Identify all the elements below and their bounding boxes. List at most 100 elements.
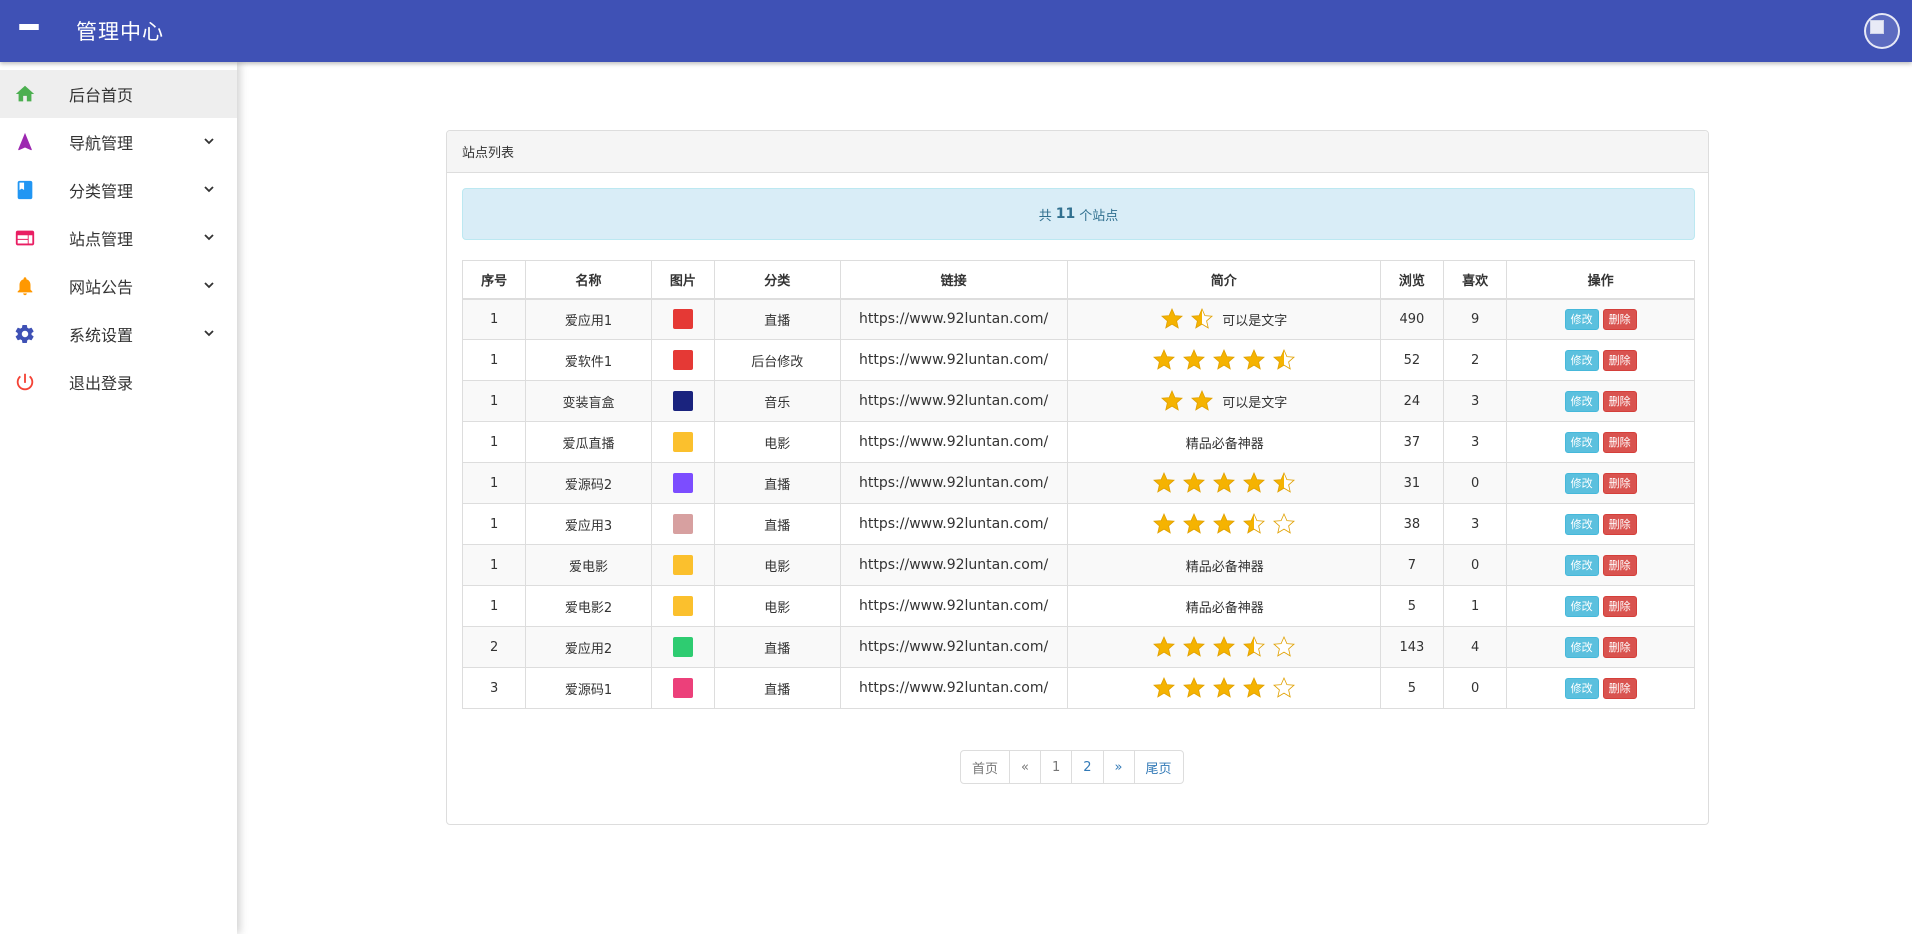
star-full-icon (1191, 390, 1214, 411)
site-link[interactable]: https://www.92luntan.com/ (839, 380, 1068, 422)
sidebar-item-power[interactable]: 退出登录 (0, 358, 237, 406)
star-empty-icon (1272, 636, 1295, 657)
site-category: 电影 (714, 544, 841, 586)
edit-button[interactable]: 修改 (1564, 595, 1599, 617)
site-name: 爱源码2 (525, 462, 652, 504)
sidebar-item-label: 站点管理 (69, 230, 134, 249)
intro-text: 精品必备神器 (1185, 436, 1264, 452)
pagination-page-1[interactable]: 1 (1039, 750, 1073, 784)
pagination-page-2[interactable]: 2 (1071, 750, 1104, 784)
book-icon (13, 178, 37, 202)
site-name: 爱软件1 (525, 339, 652, 381)
star-half-icon (1272, 472, 1295, 493)
star-full-icon (1161, 390, 1184, 411)
menu-toggle-button[interactable] (0, 0, 58, 62)
edit-button[interactable]: 修改 (1564, 308, 1599, 330)
site-category: 直播 (714, 626, 841, 668)
edit-button[interactable]: 修改 (1564, 636, 1599, 658)
sidebar-item-bell[interactable]: 网站公告 (0, 262, 237, 310)
delete-button[interactable]: 删除 (1602, 513, 1637, 535)
edit-button[interactable]: 修改 (1564, 677, 1599, 699)
sidebar-item-navigation[interactable]: 导航管理 (0, 118, 237, 166)
like-count: 3 (1443, 503, 1508, 545)
star-full-icon (1152, 677, 1175, 698)
view-count: 24 (1379, 380, 1445, 422)
site-link[interactable]: https://www.92luntan.com/ (839, 667, 1068, 709)
site-list-panel: 站点列表 共 11 个站点 序号 名称 图片 分类 链接 简介 浏览 喜欢 操作 1 爱应用1 直播… (446, 130, 1709, 825)
star-full-icon (1182, 472, 1205, 493)
edit-button[interactable]: 修改 (1564, 554, 1599, 576)
site-link[interactable]: https://www.92luntan.com/ (839, 298, 1068, 340)
star-full-icon (1212, 472, 1235, 493)
delete-button[interactable]: 删除 (1602, 677, 1637, 699)
chevron-down-icon (204, 330, 214, 337)
site-intro (1066, 462, 1381, 504)
column-header: 链接 (839, 260, 1068, 300)
delete-button[interactable]: 删除 (1602, 349, 1637, 371)
site-image-cell (650, 462, 716, 504)
site-thumbnail (672, 391, 693, 411)
delete-button[interactable]: 删除 (1602, 472, 1637, 494)
avatar[interactable] (1864, 13, 1900, 49)
intro-text: 精品必备神器 (1185, 559, 1264, 575)
site-link[interactable]: https://www.92luntan.com/ (839, 503, 1068, 545)
delete-button[interactable]: 删除 (1602, 390, 1637, 412)
pagination-last[interactable]: 尾页 (1133, 750, 1184, 784)
sidebar-item-label: 网站公告 (69, 278, 134, 297)
site-category: 直播 (714, 298, 841, 340)
edit-button[interactable]: 修改 (1564, 390, 1599, 412)
like-count: 9 (1443, 298, 1508, 340)
site-category: 音乐 (714, 380, 841, 422)
site-link[interactable]: https://www.92luntan.com/ (839, 421, 1068, 463)
edit-button[interactable]: 修改 (1564, 349, 1599, 371)
site-image-cell (650, 380, 716, 422)
panel-title: 站点列表 (447, 131, 1708, 173)
site-image-cell (650, 298, 716, 340)
view-count: 5 (1379, 585, 1445, 627)
sidebar-item-book[interactable]: 分类管理 (0, 166, 237, 214)
site-image-cell (650, 585, 716, 627)
pagination-next[interactable]: » (1102, 750, 1135, 784)
row-actions: 修改 删除 (1506, 667, 1695, 709)
sidebar-item-home[interactable]: 后台首页 (0, 70, 237, 118)
column-header: 图片 (650, 260, 716, 300)
intro-text: 可以是文字 (1222, 313, 1288, 329)
delete-button[interactable]: 删除 (1602, 431, 1637, 453)
site-link[interactable]: https://www.92luntan.com/ (839, 585, 1068, 627)
sidebar-item-gear[interactable]: 系统设置 (0, 310, 237, 358)
edit-button[interactable]: 修改 (1564, 513, 1599, 535)
chevron-down-icon (204, 186, 214, 193)
edit-button[interactable]: 修改 (1564, 431, 1599, 453)
like-count: 4 (1443, 626, 1508, 668)
site-name: 爱瓜直播 (525, 421, 652, 463)
site-intro: 可以是文字 (1066, 380, 1381, 422)
pagination-first[interactable]: 首页 (960, 750, 1011, 784)
table-header-row: 序号 名称 图片 分类 链接 简介 浏览 喜欢 操作 (461, 260, 1695, 300)
view-count: 7 (1379, 544, 1445, 586)
column-header: 浏览 (1379, 260, 1445, 300)
delete-button[interactable]: 删除 (1602, 554, 1637, 576)
site-intro: 精品必备神器 (1066, 585, 1381, 627)
site-intro: 精品必备神器 (1066, 421, 1381, 463)
site-link[interactable]: https://www.92luntan.com/ (839, 544, 1068, 586)
top-app-bar: 管理中心 (0, 0, 1912, 62)
site-thumbnail (672, 555, 693, 575)
sidebar-item-web[interactable]: 站点管理 (0, 214, 237, 262)
site-link[interactable]: https://www.92luntan.com/ (839, 626, 1068, 668)
site-name: 变装盲盒 (525, 380, 652, 422)
site-name: 爱应用2 (525, 626, 652, 668)
delete-button[interactable]: 删除 (1602, 636, 1637, 658)
like-count: 0 (1443, 462, 1508, 504)
delete-button[interactable]: 删除 (1602, 595, 1637, 617)
pagination-prev[interactable]: « (1009, 750, 1041, 784)
site-image-cell (650, 626, 716, 668)
star-full-icon (1161, 308, 1184, 329)
site-link[interactable]: https://www.92luntan.com/ (839, 462, 1068, 504)
table-row: 2 爱应用2 直播 https://www.92luntan.com/143 4 修改 删除 (461, 626, 1695, 668)
edit-button[interactable]: 修改 (1564, 472, 1599, 494)
site-link[interactable]: https://www.92luntan.com/ (839, 339, 1068, 381)
star-full-icon (1152, 513, 1175, 534)
delete-button[interactable]: 删除 (1602, 308, 1637, 330)
site-thumbnail (672, 350, 693, 370)
site-count-alert: 共 11 个站点 (462, 188, 1695, 240)
